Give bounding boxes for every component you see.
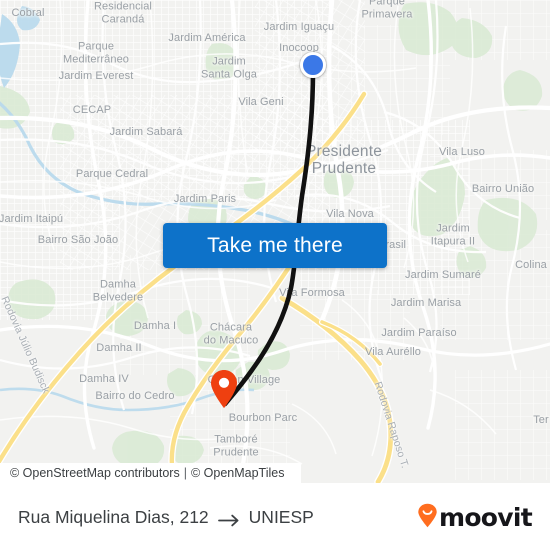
route-summary: Rua Miquelina Dias, 212 UNIESP bbox=[18, 507, 314, 528]
map-canvas[interactable]: Cobral Residencial Carandá Jardim América J… bbox=[0, 0, 550, 483]
destination-marker[interactable] bbox=[209, 369, 239, 409]
attribution-openstreetmap[interactable]: © OpenStreetMap contributors bbox=[10, 466, 180, 480]
arrow-right-icon bbox=[217, 511, 240, 527]
route-footer: Rua Miquelina Dias, 212 UNIESP moovit bbox=[0, 483, 550, 550]
moovit-wordmark: moovit bbox=[438, 503, 533, 532]
take-me-there-label: Take me there bbox=[207, 233, 343, 257]
moovit-route-screenshot: Cobral Residencial Carandá Jardim América J… bbox=[0, 0, 550, 550]
route-origin-label: Rua Miquelina Dias, 212 bbox=[18, 507, 209, 527]
attribution-separator: | bbox=[183, 466, 187, 480]
moovit-pin-icon bbox=[417, 503, 438, 533]
route-destination-label: UNIESP bbox=[248, 507, 314, 527]
map-attribution: © OpenStreetMap contributors | © OpenMap… bbox=[0, 463, 301, 483]
attribution-openmaptiles[interactable]: © OpenMapTiles bbox=[191, 466, 285, 480]
origin-marker[interactable] bbox=[300, 52, 326, 78]
moovit-logo[interactable]: moovit bbox=[417, 503, 533, 533]
take-me-there-button[interactable]: Take me there bbox=[163, 223, 387, 268]
